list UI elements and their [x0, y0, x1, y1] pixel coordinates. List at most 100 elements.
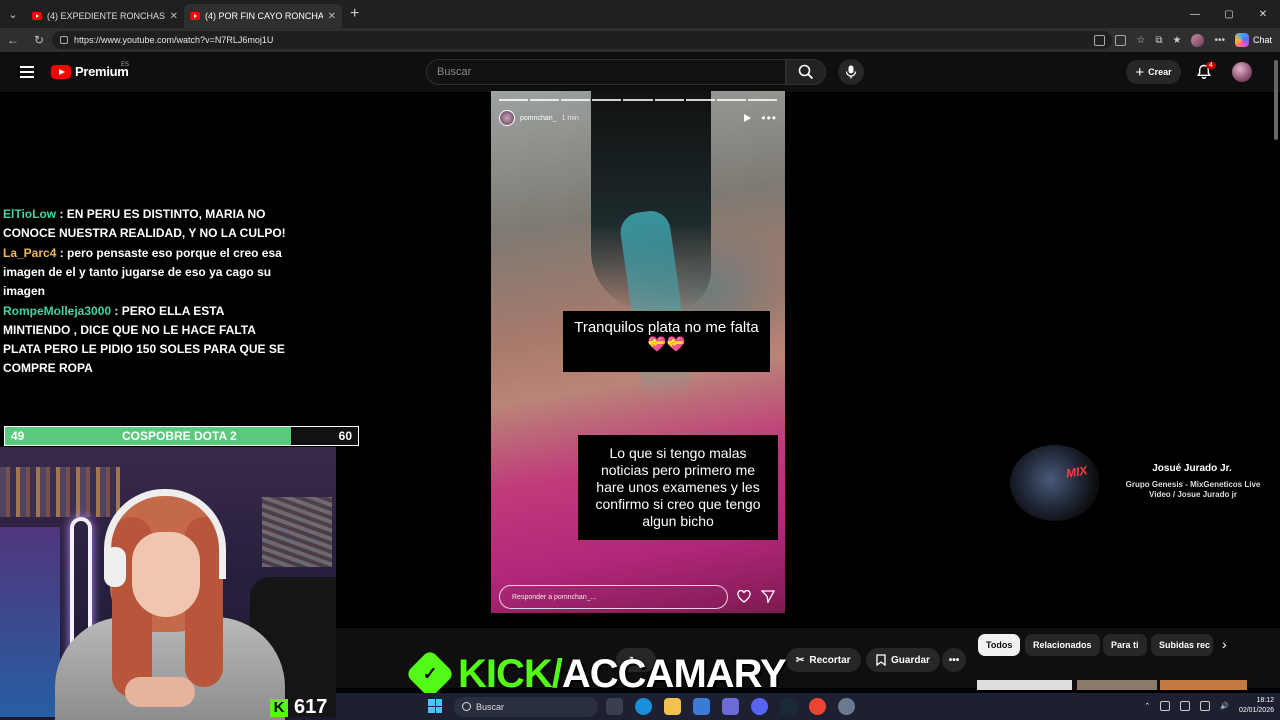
plus-icon: +: [1135, 63, 1145, 81]
voice-search-button[interactable]: [838, 59, 864, 85]
edge-icon[interactable]: [635, 698, 652, 715]
favorite-icon[interactable]: ☆: [1136, 35, 1145, 46]
story-send-icon: [761, 590, 775, 603]
steam-icon[interactable]: [780, 698, 797, 715]
notification-count-badge: 4: [1206, 62, 1216, 69]
browser-tab-1[interactable]: (4) EXPEDIENTE RONCHAS KUN SE ✕: [26, 4, 184, 28]
translate-icon[interactable]: [1094, 34, 1106, 46]
chip-todos[interactable]: Todos: [978, 634, 1021, 656]
menu-icon[interactable]: [20, 66, 34, 78]
reader-icon[interactable]: [1115, 34, 1127, 46]
create-button[interactable]: + Crear: [1126, 60, 1181, 84]
tray-expand-icon[interactable]: ⌃: [1144, 702, 1150, 710]
clock-time: 18:12: [1256, 697, 1274, 704]
discord-icon[interactable]: [751, 698, 768, 715]
browser-tab-bar: ⌄ (4) EXPEDIENTE RONCHAS KUN SE ✕ (4) PO…: [0, 0, 1280, 28]
chevron-right-icon[interactable]: ›: [1222, 636, 1227, 652]
close-tab-icon[interactable]: ✕: [328, 11, 336, 22]
search-input[interactable]: Buscar: [426, 59, 786, 85]
taskbar-clock[interactable]: 18:12 02/01/2026: [1239, 696, 1274, 716]
background-picture: [262, 497, 332, 567]
related-thumbnails-strip[interactable]: [977, 680, 1247, 690]
back-icon[interactable]: ←: [0, 33, 26, 47]
more-actions-button[interactable]: •••: [942, 648, 966, 672]
store-icon[interactable]: [693, 698, 710, 715]
clip-label: Recortar: [809, 654, 851, 666]
clip-button[interactable]: ✂ Recortar: [786, 648, 861, 672]
chat-username: La_Parc4: [3, 246, 57, 260]
site-info-icon[interactable]: [60, 36, 68, 44]
chat-username: ElTioLow: [3, 207, 57, 221]
chip-subidas[interactable]: Subidas rec: [1151, 634, 1213, 656]
url-text: https://www.youtube.com/watch?v=N7RLJ6mo…: [74, 35, 274, 45]
address-bar-row: ← ↻ https://www.youtube.com/watch?v=N7RL…: [0, 28, 1280, 52]
url-field[interactable]: https://www.youtube.com/watch?v=N7RLJ6mo…: [52, 31, 1112, 49]
taskbar-search[interactable]: Buscar: [454, 697, 598, 717]
create-label: Crear: [1148, 67, 1172, 77]
search-icon: [798, 64, 814, 80]
window-controls: — ▢ ✕: [1178, 0, 1280, 28]
tray-volume-icon[interactable]: 🔊: [1220, 702, 1229, 710]
profile-avatar[interactable]: [1191, 33, 1205, 47]
background-shelf: [0, 467, 120, 517]
tray-mic-icon[interactable]: [1180, 701, 1191, 711]
kick-channel-name: ACCAMARY: [561, 651, 787, 696]
kick-logo-icon: K: [270, 698, 288, 717]
user-avatar[interactable]: [1232, 62, 1252, 82]
story-heart-icon: [737, 590, 751, 603]
tray-app-icon[interactable]: [1160, 701, 1171, 711]
youtube-header: Premium ES Buscar + Crear 4: [0, 52, 1280, 92]
minimize-icon[interactable]: —: [1178, 0, 1212, 28]
chip-para-ti[interactable]: Para ti: [1103, 634, 1147, 656]
story-frame: pomnchan_ 1 min ••• Tranquilos plata no …: [491, 91, 785, 613]
chat-message: La_Parc4 : pero pensaste eso porque el c…: [3, 246, 282, 298]
obs-icon[interactable]: [809, 698, 826, 715]
new-tab-button[interactable]: +: [350, 5, 359, 23]
verified-badge-icon: ✓: [405, 649, 455, 699]
more-actions-icon: •••: [948, 654, 960, 666]
kick-viewer-counter: K 617: [270, 696, 327, 719]
favorites-bar-icon[interactable]: ★: [1173, 35, 1182, 46]
kick-channel-text: KICK/ACCAMARY: [458, 651, 787, 697]
chat-username: RompeMolleja3000: [3, 304, 112, 318]
story-avatar: [499, 110, 515, 126]
kick-prefix: KICK/: [458, 651, 563, 696]
story-header: pomnchan_ 1 min •••: [499, 109, 777, 127]
kick-banner: ✓ KICK/ACCAMARY: [405, 649, 787, 699]
story-progress: [499, 99, 777, 101]
recommendation-card[interactable]: MIX Josué Jurado Jr. Grupo Genesis - Mix…: [1010, 443, 1278, 523]
screen: ⌄ (4) EXPEDIENTE RONCHAS KUN SE ✕ (4) PO…: [0, 0, 1280, 720]
microphone-icon: [845, 65, 857, 79]
close-window-icon[interactable]: ✕: [1246, 0, 1280, 28]
streamer-hands: [125, 677, 195, 707]
bookmark-icon: [876, 654, 886, 666]
search-button[interactable]: [786, 59, 826, 85]
extensions-icon[interactable]: ⧉: [1155, 35, 1162, 46]
page-scrollbar[interactable]: [1274, 60, 1278, 140]
maximize-icon[interactable]: ▢: [1212, 0, 1246, 28]
save-button[interactable]: Guardar: [866, 648, 940, 672]
windows-start-icon[interactable]: [428, 699, 442, 713]
tray-network-icon[interactable]: [1200, 701, 1211, 711]
recommendation-title: Josué Jurado Jr.: [1152, 463, 1232, 474]
more-menu-icon[interactable]: •••: [1214, 35, 1225, 46]
reload-icon[interactable]: ↻: [26, 33, 52, 47]
close-tab-icon[interactable]: ✕: [170, 11, 178, 22]
taskbar-apps: [606, 698, 855, 715]
settings-icon[interactable]: [838, 698, 855, 715]
story-play-icon: [744, 114, 752, 122]
task-view-icon[interactable]: [606, 698, 623, 715]
youtube-favicon-icon: [32, 12, 42, 20]
youtube-logo[interactable]: Premium ES: [51, 62, 129, 79]
story-time: 1 min: [561, 114, 579, 122]
file-explorer-icon[interactable]: [664, 698, 681, 715]
chat-message: ElTioLow : EN PERU ES DISTINTO, MARIA NO…: [3, 207, 286, 240]
teams-icon[interactable]: [722, 698, 739, 715]
background-light: [0, 527, 60, 717]
chip-relacionados[interactable]: Relacionados: [1025, 634, 1100, 656]
copilot-chat-button[interactable]: Chat: [1234, 33, 1272, 47]
browser-tab-2[interactable]: (4) POR FIN CAYO RONCHAS - YouTube ✕: [184, 4, 342, 28]
chat-label: Chat: [1252, 35, 1272, 45]
story-caption-2: Lo que si tengo malas noticias pero prim…: [578, 435, 778, 540]
tab-menu-icon[interactable]: ⌄: [0, 0, 26, 28]
